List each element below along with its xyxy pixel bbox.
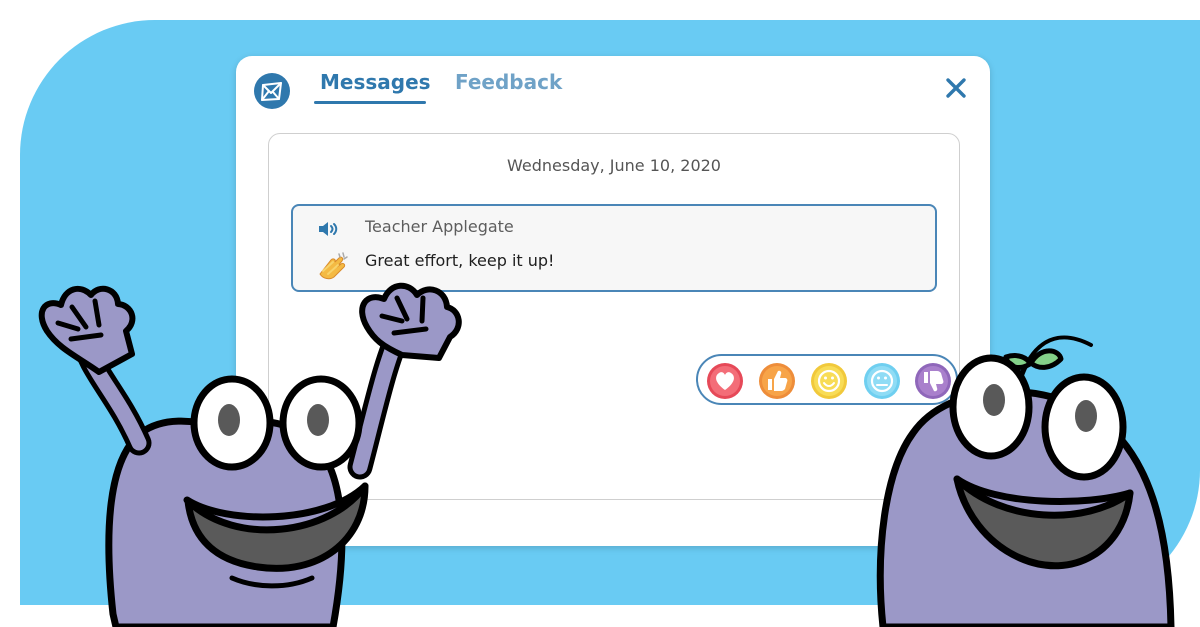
heart-icon — [707, 363, 743, 399]
mail-icon — [254, 73, 290, 109]
thumbs-up-reaction-button[interactable] — [758, 362, 796, 400]
message-date: Wednesday, June 10, 2020 — [507, 156, 721, 175]
close-button[interactable] — [942, 74, 970, 102]
tab-messages[interactable]: Messages — [320, 68, 431, 96]
left-cheering-character — [38, 282, 462, 627]
sender-name: Teacher Applegate — [365, 217, 514, 236]
smiley-icon — [811, 363, 847, 399]
active-tab-underline — [314, 101, 426, 104]
heart-reaction-button[interactable] — [706, 362, 744, 400]
smiley-reaction-button[interactable] — [810, 362, 848, 400]
promo-screenshot-canvas: Messages Feedback Wednesday, June 10, 20… — [0, 0, 1200, 627]
thumbs-up-icon — [759, 363, 795, 399]
tab-feedback[interactable]: Feedback — [455, 68, 562, 96]
close-icon — [946, 78, 966, 98]
right-sprout-character — [876, 335, 1175, 627]
speaker-icon[interactable] — [317, 220, 339, 238]
